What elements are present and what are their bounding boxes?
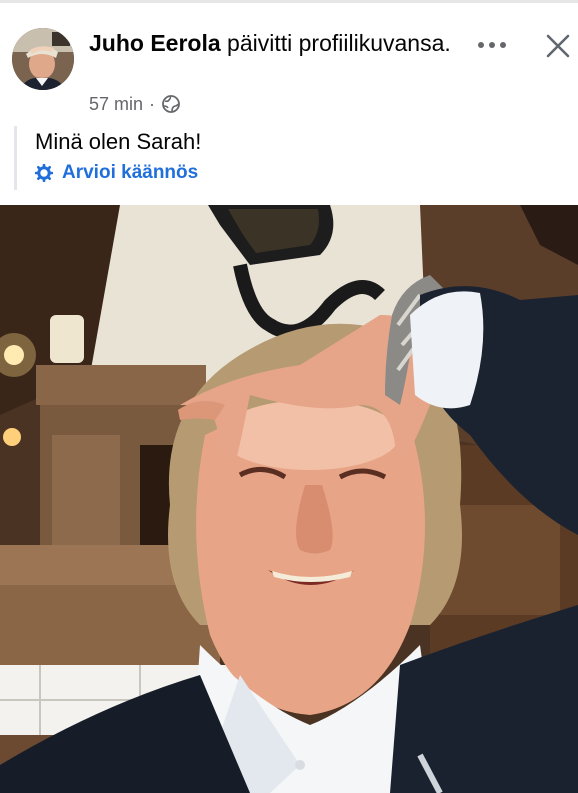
more-dot — [500, 42, 506, 48]
more-options-button[interactable] — [472, 30, 512, 60]
rate-translation-link[interactable]: Arvioi käännös — [35, 162, 198, 184]
post-text: Minä olen Sarah! — [35, 129, 202, 154]
action-text: päivitti profiilikuvansa. — [220, 30, 451, 56]
close-button[interactable] — [540, 28, 576, 64]
meta-separator: · — [149, 93, 156, 114]
avatar[interactable] — [12, 28, 74, 90]
more-dot — [489, 42, 495, 48]
gear-icon — [35, 164, 53, 182]
timestamp[interactable]: 57 min — [89, 94, 143, 115]
author-name[interactable]: Juho Eerola — [89, 30, 221, 56]
profile-photo[interactable] — [0, 205, 578, 793]
post-meta: 57 min · — [89, 93, 181, 115]
profile-photo-image — [0, 205, 578, 793]
top-divider — [0, 0, 578, 3]
close-icon — [546, 34, 570, 58]
post-card: Juho Eerola päivitti profiilikuvansa. 57… — [0, 0, 578, 793]
globe-icon — [161, 94, 181, 114]
post-header-text: Juho Eerola päivitti profiilikuvansa. — [89, 28, 469, 59]
more-dot — [478, 42, 484, 48]
avatar-image — [12, 28, 74, 90]
rate-translation-label: Arvioi käännös — [62, 162, 199, 183]
post-text-block: Minä olen Sarah! Arvioi käännös — [14, 126, 557, 190]
